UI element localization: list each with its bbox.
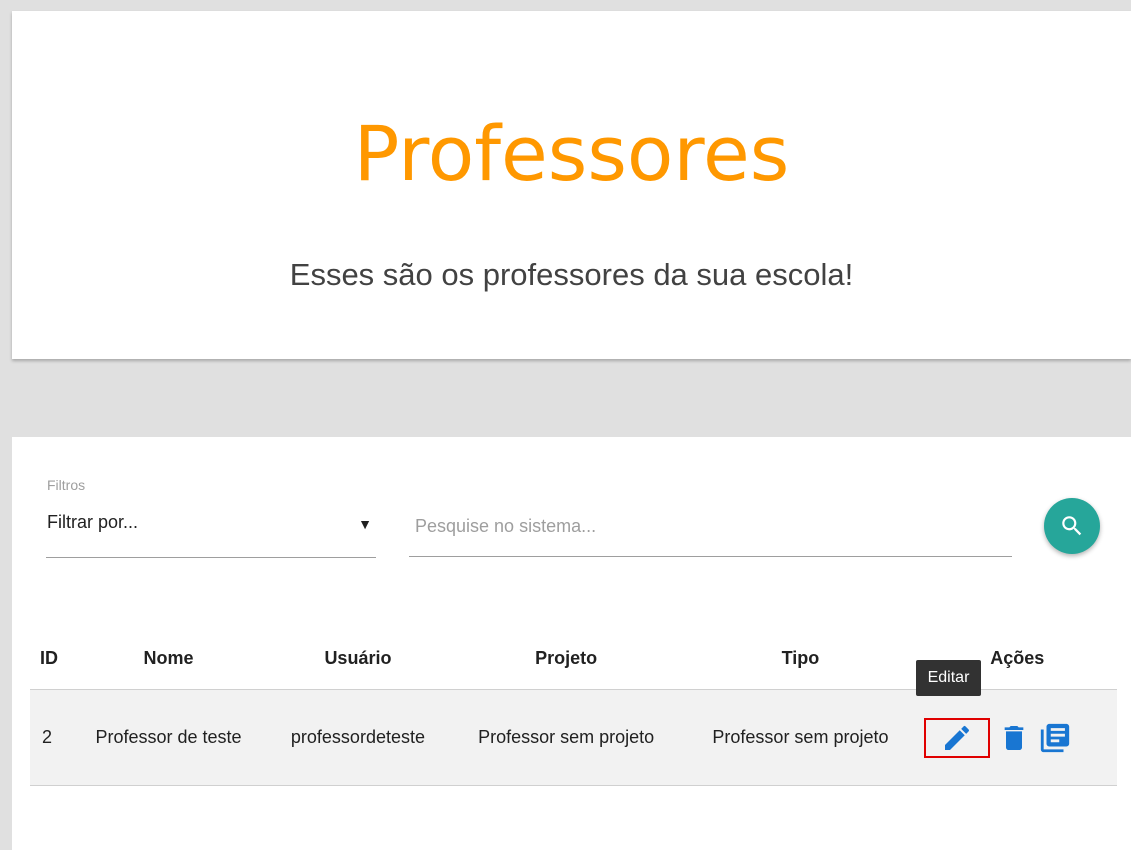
- filter-label: Filtros: [47, 477, 86, 493]
- page-subtitle: Esses são os professores da sua escola!: [289, 257, 854, 292]
- search-input[interactable]: [409, 497, 1012, 557]
- column-header-usuario: Usuário: [266, 627, 449, 690]
- cell-id: 2: [30, 689, 70, 786]
- column-header-nome: Nome: [70, 627, 267, 690]
- header-card: Professores Esses são os professores da …: [12, 11, 1131, 359]
- row-actions: Editar: [915, 659, 1111, 758]
- details-icon: [1040, 723, 1069, 752]
- column-header-projeto: Projeto: [448, 627, 684, 690]
- details-button[interactable]: [1038, 721, 1072, 755]
- filter-select[interactable]: Filtrar por... ▼: [46, 497, 376, 558]
- cell-nome: Professor de teste: [70, 689, 267, 786]
- cell-tipo: Professor sem projeto: [683, 689, 918, 786]
- professors-table: ID Nome Usuário Projeto Tipo Ações 2 Pro…: [30, 627, 1117, 786]
- cell-acoes: Editar: [915, 659, 1117, 786]
- column-header-tipo: Tipo: [683, 627, 918, 690]
- cell-projeto: Professor sem projeto: [448, 689, 684, 786]
- edit-icon: [944, 725, 969, 750]
- cell-usuario: professordeteste: [266, 689, 449, 786]
- filter-select-value: Filtrar por...: [47, 512, 139, 532]
- delete-button[interactable]: [998, 720, 1030, 756]
- table-row: 2 Professor de teste professordeteste Pr…: [30, 659, 1117, 786]
- edit-tooltip: Editar: [915, 659, 982, 696]
- column-header-id: ID: [30, 627, 70, 690]
- delete-icon: [1004, 725, 1023, 750]
- page-title: Professores: [353, 109, 790, 198]
- search-button[interactable]: [1044, 498, 1100, 554]
- content-card: Filtros Filtrar por... ▼ ID Nome Usuário…: [12, 437, 1131, 850]
- edit-button[interactable]: Editar: [915, 659, 990, 758]
- caret-down-icon: ▼: [358, 516, 372, 532]
- search-icon: [1062, 516, 1082, 536]
